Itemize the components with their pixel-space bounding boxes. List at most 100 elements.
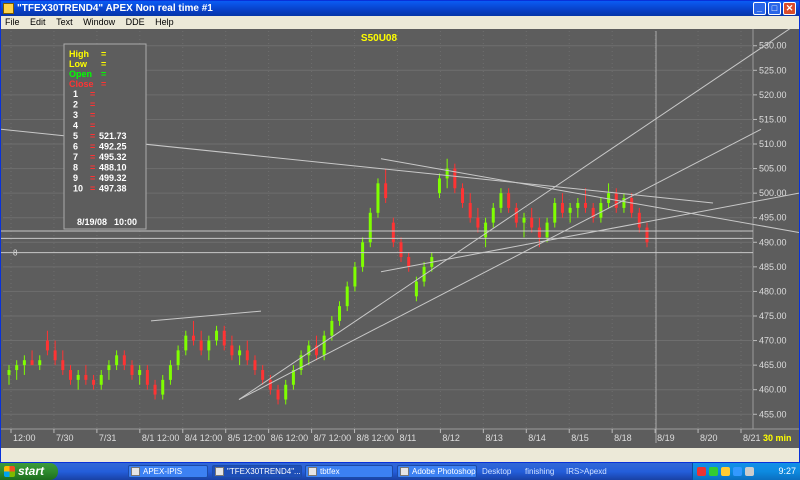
y-tick-label: 490.00 xyxy=(759,237,787,247)
menu-edit[interactable]: Edit xyxy=(26,16,50,29)
candle-body xyxy=(468,202,472,218)
interval-label: 30 min xyxy=(763,433,792,443)
task-label: "TFEX30TREND4"... xyxy=(227,467,301,476)
candle-body xyxy=(437,178,441,194)
tray-icon-2[interactable] xyxy=(709,467,718,476)
left-marker: 8 xyxy=(13,249,18,258)
info-label-eq: = xyxy=(101,59,106,69)
quicklink-irs-apexd[interactable]: IRS>Apexd xyxy=(566,465,607,478)
tray-icon-5[interactable] xyxy=(745,467,754,476)
y-tick-label: 515.00 xyxy=(759,114,787,124)
menu-file[interactable]: File xyxy=(1,16,24,29)
candle-body xyxy=(537,227,541,238)
candle-body xyxy=(476,217,480,228)
candle-body xyxy=(68,370,72,380)
info-label: Low xyxy=(69,59,88,69)
candle-body xyxy=(53,350,57,361)
candle-body xyxy=(376,183,380,213)
candle-body xyxy=(99,374,103,385)
candle-body xyxy=(222,330,226,346)
candle-body xyxy=(176,350,180,366)
candle-body xyxy=(184,335,188,351)
close-button[interactable]: ✕ xyxy=(783,2,796,15)
info-row-eq: = xyxy=(90,184,95,194)
x-tick-label: 8/5 12:00 xyxy=(228,433,266,443)
info-row-index: 9 xyxy=(73,173,78,183)
x-tick-label: 8/19 xyxy=(657,433,675,443)
candle-body xyxy=(38,360,42,366)
info-row-eq: = xyxy=(90,89,95,99)
start-label: start xyxy=(18,464,45,478)
candle-body xyxy=(414,281,418,297)
info-row-eq: = xyxy=(90,100,95,110)
menu-window[interactable]: Window xyxy=(79,16,119,29)
candle-body xyxy=(261,370,265,380)
candle-body xyxy=(399,242,403,258)
candle-body xyxy=(645,227,649,243)
task-adobe-photoshop[interactable]: Adobe Photoshop xyxy=(397,465,477,478)
candle-body xyxy=(122,355,126,366)
candle-body xyxy=(499,193,503,208)
x-tick-label: 8/11 xyxy=(399,433,416,443)
x-tick-label: 8/13 xyxy=(485,433,503,443)
candle-body xyxy=(22,360,26,366)
quicklink-finishing[interactable]: finishing xyxy=(525,465,554,478)
menu-help[interactable]: Help xyxy=(151,16,178,29)
x-tick-label: 8/20 xyxy=(700,433,718,443)
candle-body xyxy=(138,370,142,375)
tray-icon-4[interactable] xyxy=(733,467,742,476)
info-row-index: 5 xyxy=(73,131,78,141)
info-date: 8/19/08 xyxy=(77,217,107,227)
candle-body xyxy=(130,365,134,375)
candle-body xyxy=(7,370,11,375)
minimize-button[interactable]: _ xyxy=(753,2,766,15)
taskbar: start APEX-IPIS "TFEX30TREND4"... tbtfex… xyxy=(0,463,800,480)
info-row-value: 499.32 xyxy=(99,173,127,183)
info-label: Open xyxy=(69,69,92,79)
folder-icon xyxy=(308,467,317,476)
info-row-index: 6 xyxy=(73,142,78,152)
maximize-button[interactable]: □ xyxy=(768,2,781,15)
candle-body xyxy=(230,345,234,356)
menu-text[interactable]: Text xyxy=(52,16,77,29)
info-row-index: 3 xyxy=(73,110,78,120)
candle-body xyxy=(92,379,96,385)
candle-body xyxy=(353,266,357,287)
info-label-eq: = xyxy=(101,49,106,59)
task-tfex30trend4[interactable]: "TFEX30TREND4"... xyxy=(212,465,302,478)
tray-icon-3[interactable] xyxy=(721,467,730,476)
candle-body xyxy=(276,389,280,400)
info-row-eq: = xyxy=(90,142,95,152)
y-tick-label: 485.00 xyxy=(759,262,787,272)
window-title: "TFEX30TREND4" APEX Non real time #1 xyxy=(17,3,213,14)
x-tick-label: 8/21 xyxy=(743,433,761,443)
menu-bar: File Edit Text Window DDE Help xyxy=(1,16,799,29)
candle-body xyxy=(45,340,49,351)
tray-icon-1[interactable] xyxy=(697,467,706,476)
candle-body xyxy=(522,217,526,223)
candle-body xyxy=(514,207,518,223)
y-tick-label: 520.00 xyxy=(759,90,787,100)
start-button[interactable]: start xyxy=(0,463,58,480)
candle-body xyxy=(599,202,603,218)
candle-body xyxy=(61,360,65,371)
photoshop-icon xyxy=(400,467,409,476)
candle-body xyxy=(322,335,326,356)
app-icon xyxy=(131,467,140,476)
menu-dde[interactable]: DDE xyxy=(122,16,149,29)
title-bar[interactable]: "TFEX30TREND4" APEX Non real time #1 _ □… xyxy=(1,1,799,16)
x-tick-label: 7/31 xyxy=(99,433,117,443)
task-tbtfex[interactable]: tbtfex xyxy=(305,465,393,478)
x-tick-label: 12:00 xyxy=(13,433,36,443)
task-apex-ipis[interactable]: APEX-IPIS xyxy=(128,465,208,478)
info-row-index: 7 xyxy=(73,152,78,162)
price-chart[interactable]: 530.00525.00520.00515.00510.00505.00500.… xyxy=(1,29,799,448)
candle-body xyxy=(245,350,249,361)
x-tick-label: 7/30 xyxy=(56,433,74,443)
x-tick-label: 8/12 xyxy=(442,433,460,443)
y-tick-label: 455.00 xyxy=(759,409,787,419)
quicklink-desktop[interactable]: Desktop xyxy=(482,465,511,478)
candle-body xyxy=(338,306,342,321)
candle-body xyxy=(553,202,557,223)
info-box: High =Low =Open =Close =1 =2 =3 =4 =5 = 521.736 = 49… xyxy=(63,43,147,230)
